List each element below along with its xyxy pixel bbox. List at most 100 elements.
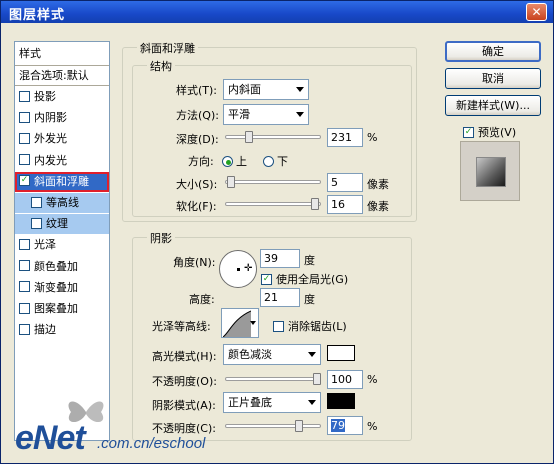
size-slider-track[interactable] [225, 180, 321, 184]
chevron-down-icon [308, 400, 316, 405]
highlight-opacity-input[interactable]: 100 [327, 370, 363, 389]
shadow-mode-value: 正片叠底 [228, 396, 272, 409]
highlight-mode-dropdown[interactable]: 颜色减淡 [223, 344, 321, 365]
shadow-opacity-value: 79 [331, 419, 345, 432]
global-light-label: 使用全局光(G) [276, 273, 349, 286]
chevron-down-icon [296, 112, 304, 117]
checkbox-icon [19, 260, 30, 272]
altitude-label: 高度: [189, 293, 215, 306]
chevron-down-icon [308, 352, 316, 357]
preview-box [460, 141, 520, 201]
size-slider-thumb[interactable] [227, 176, 235, 188]
style-list-item-label: 混合选项:默认 [19, 69, 89, 82]
title-bar[interactable]: 图层样式 ✕ [1, 1, 553, 23]
depth-slider-track[interactable] [225, 135, 321, 139]
soften-input[interactable]: 16 [327, 195, 363, 214]
technique-dropdown[interactable]: 平滑 [223, 104, 309, 125]
style-list-item-label: 斜面和浮雕 [34, 174, 89, 188]
highlight-color-swatch[interactable] [327, 345, 355, 361]
style-list-item-label: 颜色叠加 [34, 259, 78, 273]
style-label: 样式(T): [176, 84, 218, 97]
highlight-opacity-thumb[interactable] [313, 373, 321, 385]
style-list-item[interactable]: 光泽 [15, 235, 109, 255]
style-list-item[interactable]: 内阴影 [15, 108, 109, 128]
style-list-item[interactable]: 等高线 [15, 193, 109, 213]
shadow-opacity-input[interactable]: 79 [327, 416, 363, 435]
bevel-section-title: 斜面和浮雕 [137, 40, 198, 56]
global-light-checkbox[interactable]: ✓ 使用全局光(G) [261, 271, 348, 287]
watermark-url: .com.cn/eschool [97, 435, 206, 452]
checkbox-icon [19, 281, 30, 293]
size-label: 大小(S): [176, 178, 218, 191]
highlight-opacity-label: 不透明度(O): [152, 375, 217, 388]
style-list-item[interactable]: 混合选项:默认 [15, 66, 109, 86]
depth-label: 深度(D): [176, 133, 219, 146]
shadow-mode-dropdown[interactable]: 正片叠底 [223, 392, 321, 413]
size-input[interactable]: 5 [327, 173, 363, 192]
check-icon: ✓ [463, 126, 474, 138]
chevron-down-icon [296, 87, 304, 92]
style-list-item[interactable]: 外发光 [15, 129, 109, 149]
structure-title: 结构 [147, 58, 175, 74]
style-list-item[interactable]: 纹理 [15, 214, 109, 235]
preview-swatch [476, 157, 506, 187]
size-unit: 像素 [367, 178, 389, 191]
soften-slider-thumb[interactable] [311, 198, 319, 210]
direction-up-label: 上 [236, 155, 247, 168]
altitude-unit: 度 [304, 293, 315, 306]
cancel-button[interactable]: 取消 [445, 68, 541, 89]
checkbox-icon [19, 154, 30, 166]
gloss-contour-label: 光泽等高线: [152, 320, 211, 333]
style-list-item-label: 外发光 [34, 132, 67, 146]
checkbox-icon [273, 320, 284, 332]
shadow-opacity-track[interactable] [225, 424, 321, 428]
altitude-input[interactable]: 21 [260, 288, 300, 307]
new-style-button[interactable]: 新建样式(W)... [445, 95, 541, 116]
highlight-opacity-unit: % [367, 373, 378, 386]
direction-up-radio[interactable]: 上 [222, 153, 247, 169]
style-list-item-label: 光泽 [34, 238, 56, 252]
style-list-item[interactable]: 内发光 [15, 151, 109, 171]
radio-selected-icon [222, 155, 233, 167]
soften-slider-track[interactable] [225, 202, 321, 206]
style-list-item[interactable]: 颜色叠加 [15, 257, 109, 277]
checkbox-icon [19, 238, 30, 250]
style-list-item-label: 图案叠加 [34, 302, 78, 315]
preview-label: 预览(V) [478, 126, 517, 139]
depth-slider-thumb[interactable] [245, 131, 253, 143]
style-list-item-label: 投影 [34, 90, 56, 103]
direction-down-radio[interactable]: 下 [263, 153, 288, 169]
ok-button[interactable]: 确定 [445, 41, 541, 62]
style-list-item[interactable]: 图案叠加 [15, 299, 109, 319]
style-list-item[interactable]: ✓ 斜面和浮雕 [15, 171, 109, 192]
checkbox-icon [31, 217, 42, 229]
preview-checkbox[interactable]: ✓ 预览(V) [463, 124, 516, 140]
technique-value: 平滑 [228, 108, 250, 121]
depth-input[interactable]: 231 [327, 128, 363, 147]
angle-dial-center [237, 268, 240, 271]
highlight-opacity-track[interactable] [225, 377, 321, 381]
close-button[interactable]: ✕ [526, 3, 547, 21]
direction-down-label: 下 [277, 155, 288, 168]
style-list-item-label: 渐变叠加 [34, 280, 78, 294]
style-list: 样式 混合选项:默认投影内阴影外发光内发光 ✓ 斜面和浮雕等高线 纹理光泽颜色叠加渐变… [14, 41, 110, 441]
style-list-item[interactable]: 描边 [15, 320, 109, 340]
style-list-item[interactable]: 渐变叠加 [15, 278, 109, 298]
style-dropdown[interactable]: 内斜面 [223, 79, 309, 100]
antialias-checkbox[interactable]: 消除锯齿(L) [273, 318, 347, 334]
technique-label: 方法(Q): [176, 109, 219, 122]
shadow-color-swatch[interactable] [327, 393, 355, 409]
angle-unit: 度 [304, 254, 315, 267]
shadow-opacity-unit: % [367, 420, 378, 433]
chevron-down-icon [250, 321, 256, 325]
style-list-header[interactable]: 样式 [15, 44, 109, 66]
contour-curve-icon [223, 310, 251, 337]
checkbox-icon [31, 196, 42, 208]
style-list-item[interactable]: 投影 [15, 87, 109, 107]
shadow-opacity-thumb[interactable] [295, 420, 303, 432]
gloss-contour-picker[interactable] [221, 308, 259, 338]
shading-title: 阴影 [147, 230, 175, 246]
check-icon: ✓ [19, 175, 30, 187]
angle-input[interactable]: 39 [260, 249, 300, 268]
checkbox-icon [19, 132, 30, 144]
